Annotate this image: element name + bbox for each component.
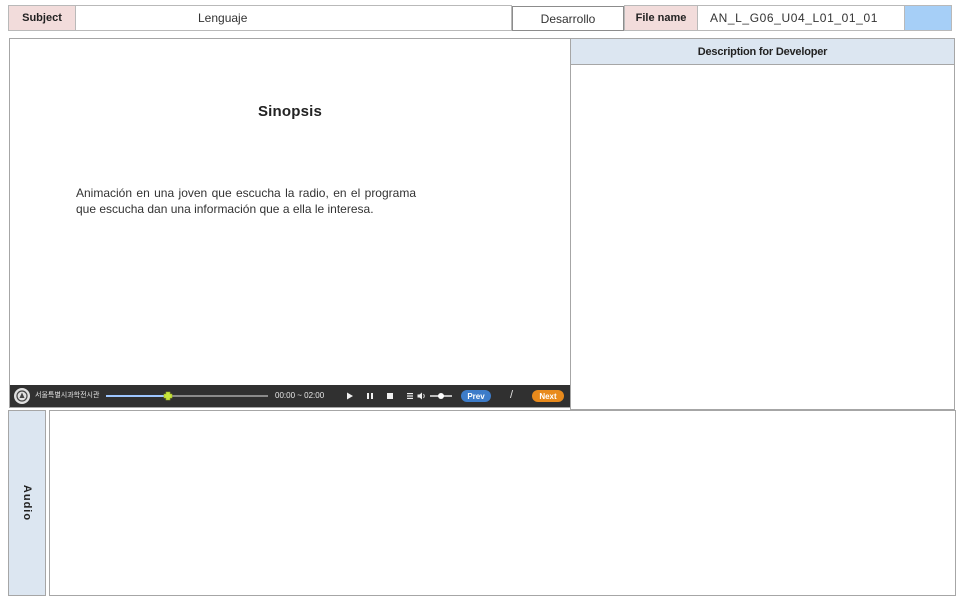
- subject-label: Subject: [22, 12, 62, 24]
- file-name-value-cell: AN_L_G06_U04_L01_01_01: [697, 5, 905, 31]
- volume-icon[interactable]: [416, 390, 428, 402]
- menu-icon[interactable]: [404, 390, 416, 402]
- file-name-label-cell: File name: [624, 5, 698, 31]
- progress-track[interactable]: [106, 395, 268, 397]
- media-player-bar: 서울특별시과학전시관 00:00 ~ 02:00 Prev / Next: [10, 385, 570, 407]
- progress-fill: [106, 395, 168, 397]
- emblem-icon: [14, 388, 30, 404]
- category-value: Desarrollo: [540, 11, 596, 26]
- file-name-value: AN_L_G06_U04_L01_01_01: [710, 11, 878, 25]
- subject-value: Lenguaje: [198, 11, 248, 25]
- description-header: Description for Developer: [571, 39, 954, 65]
- audio-panel: [49, 410, 956, 596]
- file-name-label: File name: [635, 12, 687, 24]
- logo-text: 서울특별시과학전시관: [35, 392, 100, 399]
- category-cell: Desarrollo: [512, 6, 624, 31]
- page-title: Sinopsis: [257, 103, 323, 120]
- stop-icon[interactable]: [384, 390, 396, 402]
- synopsis-text: Animación en una joven que escucha la ra…: [76, 186, 416, 216]
- volume-knob[interactable]: [438, 393, 444, 399]
- prev-button[interactable]: Prev: [461, 390, 491, 402]
- subject-label-cell: Subject: [8, 5, 76, 31]
- play-icon[interactable]: [344, 390, 356, 402]
- audio-label-cell: Audio: [8, 410, 46, 596]
- pause-icon[interactable]: [364, 390, 376, 402]
- time-display: 00:00 ~ 02:00: [275, 391, 325, 400]
- progress-knob[interactable]: [162, 389, 174, 401]
- audio-label: Audio: [21, 484, 33, 522]
- status-swatch: [904, 5, 952, 31]
- subject-value-cell: Lenguaje: [75, 5, 512, 31]
- preview-panel: Sinopsis Animación en una joven que escu…: [9, 38, 571, 408]
- next-button[interactable]: Next: [532, 390, 564, 402]
- page-separator: /: [510, 389, 514, 401]
- description-panel: Description for Developer: [570, 38, 955, 410]
